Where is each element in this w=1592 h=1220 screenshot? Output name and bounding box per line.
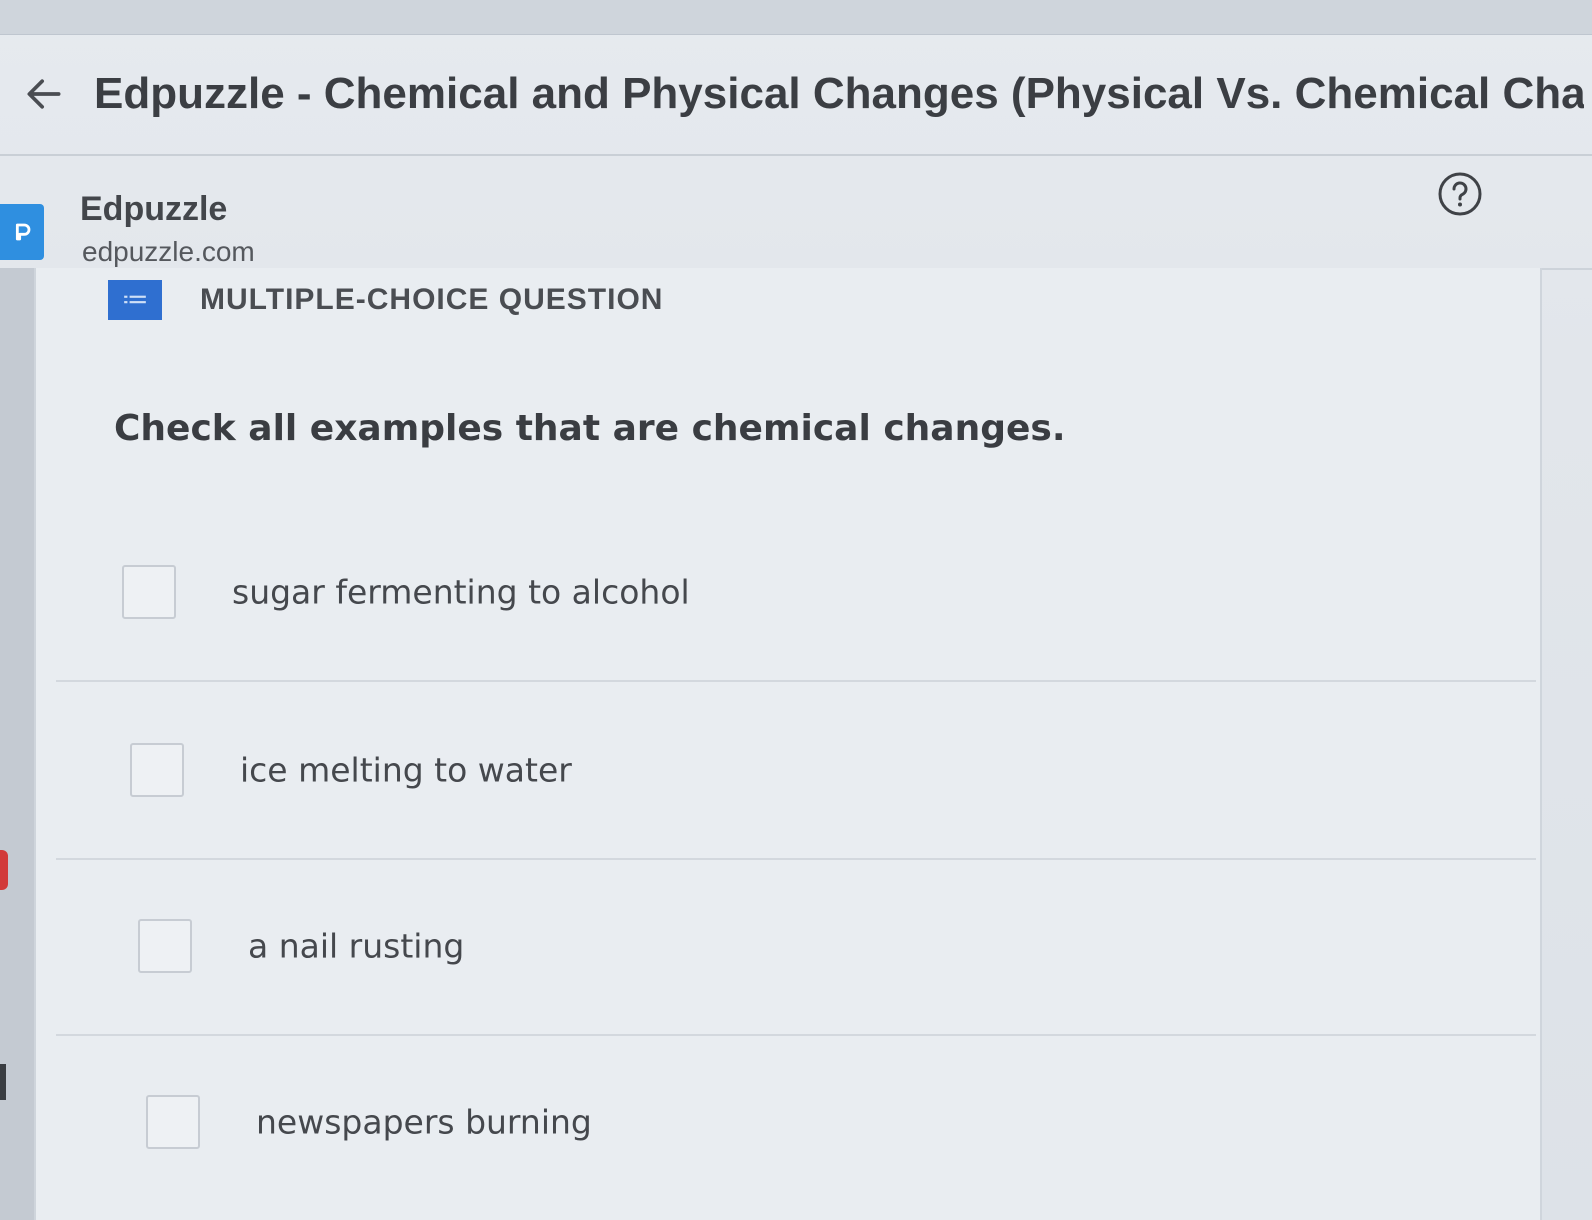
answer-label: sugar fermenting to alcohol [232, 572, 690, 612]
help-circle-icon [1438, 172, 1482, 216]
answer-option[interactable]: ice melting to water [56, 682, 1536, 860]
answer-checkbox[interactable] [122, 565, 176, 619]
answer-option[interactable]: newspapers burning [56, 1034, 1536, 1210]
question-card: MULTIPLE-CHOICE QUESTION Check all examp… [34, 268, 1542, 1220]
answer-label: newspapers burning [256, 1102, 592, 1142]
arrow-left-icon [27, 79, 61, 109]
site-info-row: Edpuzzle edpuzzle.com [0, 156, 1592, 270]
answer-label: ice melting to water [240, 750, 572, 790]
sidebar-marker-red [0, 850, 8, 890]
answer-option[interactable]: a nail rusting [56, 858, 1536, 1036]
answer-label: a nail rusting [248, 926, 465, 966]
page-title: Edpuzzle - Chemical and Physical Changes… [94, 69, 1584, 118]
back-button[interactable] [14, 64, 74, 124]
page: Edpuzzle - Chemical and Physical Changes… [0, 0, 1592, 1220]
question-type: MULTIPLE-CHOICE QUESTION [108, 280, 663, 320]
question-prompt: Check all examples that are chemical cha… [114, 408, 1066, 449]
list-icon [108, 280, 162, 320]
help-button[interactable] [1436, 170, 1484, 218]
answer-checkbox[interactable] [130, 743, 184, 797]
edpuzzle-logo-icon [0, 204, 44, 260]
sidebar-marker-dark [0, 1064, 6, 1100]
answer-checkbox[interactable] [146, 1095, 200, 1149]
site-domain: edpuzzle.com [82, 236, 255, 267]
window-top-strip [0, 0, 1592, 35]
answer-checkbox[interactable] [138, 919, 192, 973]
answer-option[interactable]: sugar fermenting to alcohol [56, 504, 1536, 682]
site-name: Edpuzzle [80, 190, 228, 228]
question-type-label: MULTIPLE-CHOICE QUESTION [200, 283, 664, 316]
header-bar: Edpuzzle - Chemical and Physical Changes… [0, 34, 1592, 156]
